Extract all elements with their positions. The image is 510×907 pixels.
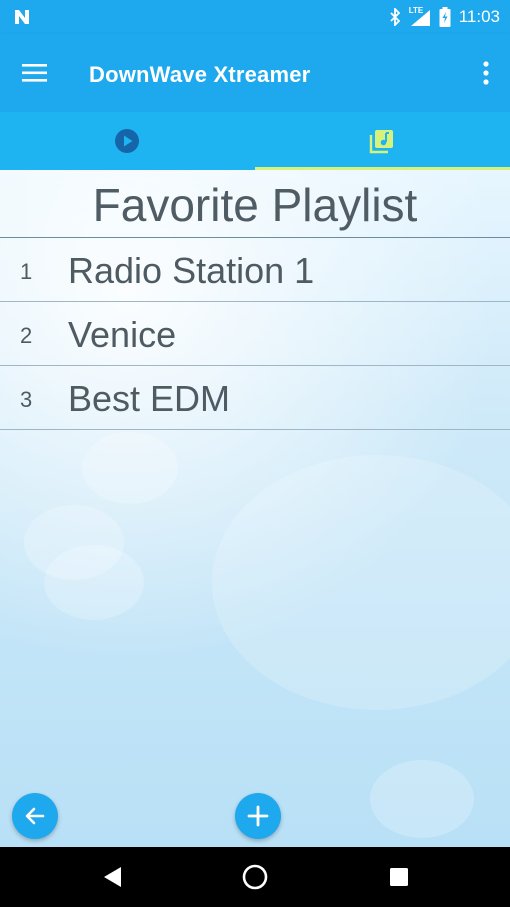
- back-button[interactable]: [12, 793, 58, 839]
- arrow-left-icon: [25, 807, 45, 825]
- playlist-panel: Favorite Playlist 1 Radio Station 1 2 Ve…: [0, 170, 510, 847]
- item-name: Venice: [68, 314, 177, 355]
- bluetooth-icon: [390, 8, 400, 26]
- battery-charging-icon: [439, 7, 451, 27]
- hamburger-menu-icon[interactable]: [22, 62, 48, 84]
- tab-bar: [0, 112, 510, 170]
- plus-icon: [247, 805, 269, 827]
- item-name: Best EDM: [68, 378, 231, 419]
- system-nav-bar: [0, 847, 510, 907]
- playlist-item[interactable]: 2 Venice: [0, 302, 510, 366]
- status-icons: LTE 11:03: [389, 6, 500, 28]
- item-number: 3: [20, 387, 33, 412]
- background-bokeh: [212, 455, 510, 710]
- playlist-item[interactable]: 3 Best EDM: [0, 366, 510, 430]
- play-circle-icon: [115, 129, 139, 153]
- item-name: Radio Station 1: [68, 250, 315, 291]
- lte-signal-icon: LTE: [409, 6, 431, 26]
- item-number: 1: [20, 259, 33, 284]
- nav-recents-button[interactable]: [385, 863, 413, 891]
- app-bar: DownWave Xtreamer: [0, 34, 510, 112]
- recents-square-icon: [390, 868, 408, 886]
- nav-back-button[interactable]: [98, 863, 126, 891]
- background-bokeh: [44, 545, 144, 620]
- tab-player[interactable]: [0, 112, 255, 170]
- back-triangle-icon: [104, 867, 121, 887]
- home-circle-icon: [242, 864, 268, 890]
- overflow-menu-icon[interactable]: [482, 60, 490, 86]
- app-title: DownWave Xtreamer: [89, 62, 311, 87]
- playlist-item[interactable]: 1 Radio Station 1: [0, 238, 510, 302]
- music-library-icon: [369, 130, 393, 154]
- playlist-list: 1 Radio Station 1 2 Venice 3 Best EDM: [0, 237, 510, 430]
- clock: 11:03: [458, 7, 500, 26]
- notification-n-icon: [15, 10, 29, 24]
- tab-playlists[interactable]: [255, 112, 510, 170]
- item-number: 2: [20, 323, 33, 348]
- background-bokeh: [82, 432, 178, 504]
- background-bokeh: [370, 760, 474, 838]
- nav-home-button[interactable]: [241, 863, 269, 891]
- status-bar: LTE 11:03: [0, 0, 510, 34]
- add-button[interactable]: [235, 793, 281, 839]
- playlist-title: Favorite Playlist: [92, 179, 418, 231]
